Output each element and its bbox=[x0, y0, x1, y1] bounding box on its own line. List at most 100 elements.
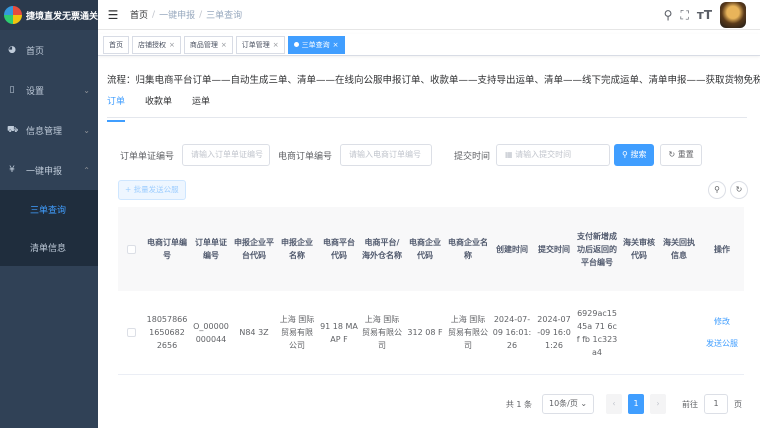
avatar[interactable] bbox=[720, 2, 746, 28]
sidebar-item-label: 设置 bbox=[26, 86, 45, 97]
row-checkbox[interactable] bbox=[126, 328, 136, 337]
close-icon[interactable]: × bbox=[333, 41, 339, 49]
search-form: 订单单证编号 请输入订单单证编号 电商订单编号 请输入电商订单编号 提交时间 ▦… bbox=[120, 144, 702, 166]
tag-order-management[interactable]: 订单管理 × bbox=[235, 35, 285, 54]
submit-time-label: 提交时间 bbox=[454, 151, 491, 162]
row-select-cell bbox=[118, 291, 144, 374]
order-doc-no-input[interactable]: 请输入订单单证编号 bbox=[182, 144, 271, 166]
next-page-button[interactable]: › bbox=[650, 394, 666, 414]
font-size-icon[interactable]: ᴛT bbox=[697, 8, 712, 22]
col-header: 订单单证编号 bbox=[195, 238, 227, 260]
tag-goods-management[interactable]: 商品管理 × bbox=[183, 35, 233, 54]
batch-send-label: 批量发送公服 bbox=[133, 185, 179, 194]
col-header: 操作 bbox=[714, 244, 730, 254]
sidebar-item-home[interactable]: ◕ 首页 bbox=[0, 30, 98, 70]
cell-payment-platform-no: 6929ac15 45a 71 6cf fb 1c323a4 bbox=[576, 308, 618, 357]
chevron-down-icon: ⌄ bbox=[83, 85, 90, 95]
settings-icon: ▯ bbox=[9, 85, 15, 95]
app-root: 捷境直发无票通关系统 ◕ 首页 ▯ 设置 ⌄ ⛟ 信息管理 ⌄ ¥ 一键申报 ⌃… bbox=[0, 0, 760, 428]
cell-ecom-company-code: 312 08 F bbox=[407, 328, 443, 337]
search-button-label: 搜索 bbox=[630, 150, 647, 159]
order-doc-no-label: 订单单证编号 bbox=[120, 151, 175, 162]
col-header: 提交时间 bbox=[538, 244, 570, 254]
col-header: 电商平台代码 bbox=[323, 238, 355, 260]
sidebar-item-label: 信息管理 bbox=[26, 126, 63, 137]
order-type-tabs: 订单 收款单 运单 bbox=[107, 92, 747, 122]
breadcrumb-current: 三单查询 bbox=[206, 11, 243, 21]
ecom-order-no-input[interactable]: 请输入电商订单编号 bbox=[340, 144, 433, 166]
search-button[interactable]: ⚲ 搜索 bbox=[614, 144, 655, 166]
tab-order[interactable]: 订单 bbox=[107, 92, 126, 122]
cell-actions: 修改 发送公服 bbox=[700, 291, 744, 374]
table-row: 180578661650682 2656 O_00000000044 N84 3… bbox=[118, 291, 744, 375]
select-all-cell bbox=[118, 207, 144, 291]
cell-ecom-order-no: 180578661650682 2656 bbox=[146, 315, 188, 350]
select-all-checkbox[interactable] bbox=[126, 244, 136, 254]
cell-declarer-code: N84 3Z bbox=[239, 328, 269, 337]
fullscreen-icon[interactable]: ⛶ bbox=[680, 8, 688, 23]
close-icon[interactable]: × bbox=[169, 41, 175, 49]
col-header: 支付新增成功后返回的平台编号 bbox=[577, 231, 617, 267]
col-header: 海关审核代码 bbox=[623, 238, 655, 260]
col-header: 电商平台/海外仓名称 bbox=[362, 238, 402, 260]
sidebar: 捷境直发无票通关系统 ◕ 首页 ▯ 设置 ⌄ ⛟ 信息管理 ⌄ ¥ 一键申报 ⌃… bbox=[0, 0, 116, 428]
sidebar-item-label: 一键申报 bbox=[26, 166, 63, 177]
page-number-current[interactable]: 1 bbox=[628, 394, 644, 414]
ecom-order-no-label: 电商订单编号 bbox=[278, 151, 333, 162]
main-content: 流程：归集电商平台订单——自动生成三单、清单——在线向公服申报订单、收款单——支… bbox=[98, 58, 760, 428]
prev-page-button[interactable]: ‹ bbox=[606, 394, 622, 414]
cell-customs-audit-code bbox=[620, 291, 658, 374]
hamburger-icon[interactable]: ☰ bbox=[102, 8, 124, 22]
cell-order-doc-no: O_00000000044 bbox=[193, 321, 229, 344]
submit-time-placeholder: 请输入提交时间 bbox=[515, 150, 572, 159]
cell-ecom-company-name: 上海 国际贸易有限公司 bbox=[448, 315, 488, 350]
cell-platform-code: 91 18 MA AP F bbox=[320, 321, 358, 344]
close-icon[interactable]: × bbox=[273, 41, 279, 49]
refresh-icon: ↻ bbox=[668, 150, 678, 159]
sidebar-subitem-list-info[interactable]: 清单信息 bbox=[0, 228, 98, 266]
reset-button[interactable]: ↻ 重置 bbox=[660, 144, 702, 166]
tag-label: 首页 bbox=[109, 40, 123, 49]
tag-home[interactable]: 首页 bbox=[103, 35, 129, 54]
table-header: 电商订单编号 订单单证编号 申报企业平台代码 申报企业名称 电商平台代码 电商平… bbox=[118, 207, 744, 291]
tags-view: 首页 店铺授权 × 商品管理 × 订单管理 × 三单查询 × bbox=[98, 34, 760, 56]
cell-platform-name: 上海 国际贸易有限公司 bbox=[362, 315, 402, 350]
tab-receipt[interactable]: 收款单 bbox=[145, 92, 172, 117]
sidebar-item-one-click-declare[interactable]: ¥ 一键申报 ⌃ bbox=[0, 150, 98, 190]
page-size-select[interactable]: 10条/页 ⌄ bbox=[542, 394, 594, 414]
sidebar-subitem-three-order-query[interactable]: 三单查询 bbox=[0, 190, 98, 228]
close-icon[interactable]: × bbox=[221, 41, 227, 49]
submit-time-picker[interactable]: ▦ 请输入提交时间 bbox=[496, 144, 611, 166]
col-header: 电商订单编号 bbox=[147, 238, 187, 260]
chevron-down-icon: ⌄ bbox=[83, 125, 90, 135]
search-icon[interactable]: ⚲ bbox=[664, 8, 673, 22]
page-size-value: 10条/页 bbox=[549, 399, 578, 408]
edit-link[interactable]: 修改 bbox=[714, 311, 730, 333]
tag-label: 三单查询 bbox=[301, 40, 330, 49]
batch-send-button[interactable]: + 批量发送公服 bbox=[118, 180, 186, 200]
tag-label: 店铺授权 bbox=[138, 40, 166, 49]
pagination-total: 共 1 条 bbox=[505, 399, 532, 409]
calendar-icon: ▦ bbox=[505, 150, 516, 159]
goto-page-input[interactable]: 1 bbox=[704, 394, 728, 414]
sidebar-item-info-management[interactable]: ⛟ 信息管理 ⌄ bbox=[0, 110, 98, 150]
col-header: 申报企业名称 bbox=[281, 238, 313, 260]
sidebar-item-settings[interactable]: ▯ 设置 ⌄ bbox=[0, 70, 98, 110]
tag-three-order-query[interactable]: 三单查询 × bbox=[287, 35, 345, 54]
tab-waybill[interactable]: 运单 bbox=[192, 92, 210, 117]
breadcrumb-home[interactable]: 首页 bbox=[130, 8, 148, 21]
col-header: 申报企业平台代码 bbox=[234, 238, 274, 260]
cell-declarer-name: 上海 国际贸易有限公司 bbox=[279, 315, 315, 350]
cell-created-time: 2024-07-09 16:01:26 bbox=[492, 315, 532, 350]
reset-button-label: 重置 bbox=[677, 150, 694, 159]
cart-icon: ⛟ bbox=[7, 124, 19, 135]
chevron-up-icon: ⌃ bbox=[83, 165, 90, 175]
tag-store-auth[interactable]: 店铺授权 × bbox=[132, 35, 181, 54]
send-to-public-service-link[interactable]: 发送公服 bbox=[706, 333, 738, 355]
toggle-search-icon[interactable]: ⚲ bbox=[708, 181, 726, 199]
col-header: 海关回执信息 bbox=[663, 238, 695, 260]
refresh-icon[interactable]: ↻ bbox=[730, 181, 748, 199]
breadcrumb-separator: / bbox=[199, 9, 203, 20]
tag-label: 商品管理 bbox=[189, 40, 218, 49]
breadcrumb-declare: 一键申报 bbox=[159, 11, 196, 21]
